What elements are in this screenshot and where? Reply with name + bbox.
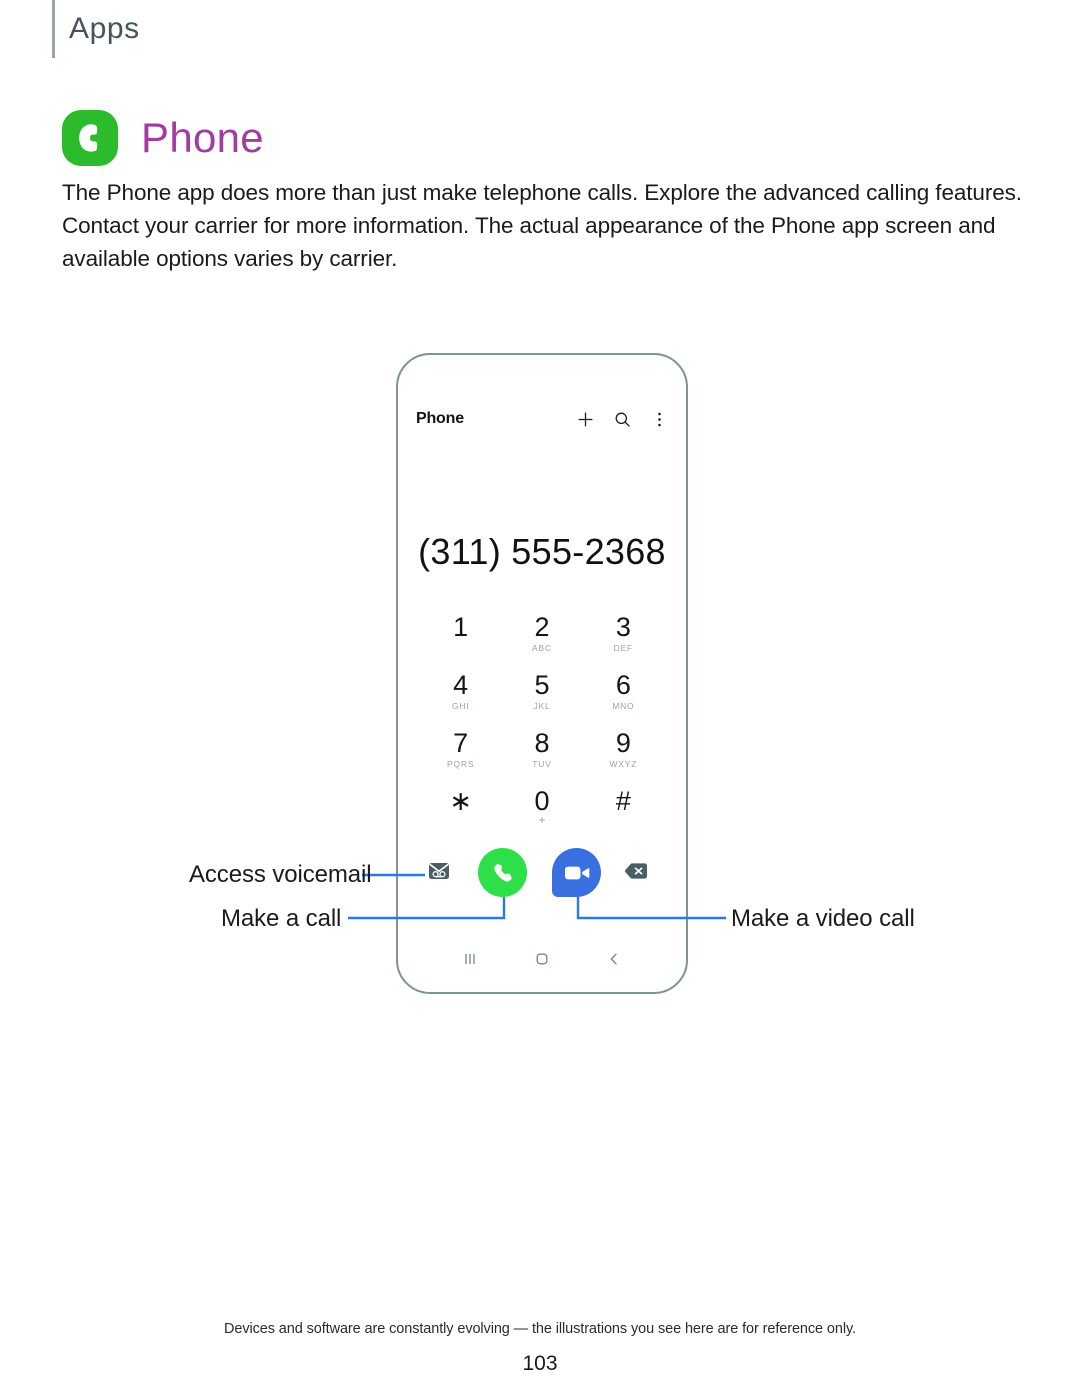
dialpad-key-letters: + bbox=[538, 813, 546, 827]
dialpad: 1 2 ABC 3 DEF 4 GHI 5 JKL 6 MNO 7 PQRS 8… bbox=[420, 611, 664, 843]
video-call-button[interactable] bbox=[552, 848, 601, 897]
dialpad-action-row bbox=[396, 848, 688, 904]
dialpad-key[interactable]: 9 WXYZ bbox=[583, 727, 664, 785]
add-contact-icon[interactable] bbox=[576, 410, 594, 428]
search-icon[interactable] bbox=[613, 410, 631, 428]
phone-app-bar: Phone bbox=[396, 401, 688, 437]
dialpad-key-letters: DEF bbox=[613, 643, 634, 653]
running-head-rule bbox=[52, 0, 55, 58]
dialpad-key-digit: 4 bbox=[453, 670, 469, 700]
dialpad-key-digit: # bbox=[615, 786, 631, 816]
callout-label-access-voicemail: Access voicemail bbox=[189, 861, 372, 888]
call-button[interactable] bbox=[478, 848, 527, 897]
app-bar-actions bbox=[576, 410, 668, 428]
dialed-number-display[interactable]: (311) 555-2368 bbox=[396, 531, 688, 573]
dialpad-key-letters: JKL bbox=[533, 701, 551, 711]
dialpad-key[interactable]: 0 + bbox=[501, 785, 582, 843]
dialpad-key-letters: WXYZ bbox=[609, 759, 638, 769]
dialpad-key-digit: 5 bbox=[534, 670, 550, 700]
dialpad-key-letters: TUV bbox=[532, 759, 552, 769]
dialpad-key-digit: 8 bbox=[534, 728, 550, 758]
phone-screen: Phone (311) 555-2368 1 2 ABC 3 DEF 4 GHI… bbox=[396, 353, 688, 994]
dialpad-key-letters: PQRS bbox=[447, 759, 475, 769]
footer-note: Devices and software are constantly evol… bbox=[224, 1321, 856, 1337]
phone-illustration: Phone (311) 555-2368 1 2 ABC 3 DEF 4 GHI… bbox=[396, 353, 688, 994]
page-number: 103 bbox=[522, 1352, 558, 1375]
duo-teardrop[interactable] bbox=[552, 848, 601, 897]
callout-label-make-a-call: Make a call bbox=[221, 905, 342, 932]
dialpad-key-digit: 0 bbox=[534, 786, 550, 816]
page-title: Phone bbox=[141, 114, 264, 161]
dialpad-key[interactable]: 6 MNO bbox=[583, 669, 664, 727]
dialpad-key[interactable]: ∗ bbox=[420, 785, 501, 843]
dialpad-key-digit: 2 bbox=[534, 612, 550, 642]
dialpad-key[interactable]: 8 TUV bbox=[501, 727, 582, 785]
dialpad-key-digit: 3 bbox=[615, 612, 631, 642]
callout-label-make-a-video-call: Make a video call bbox=[731, 905, 915, 932]
dialpad-key-digit: 9 bbox=[615, 728, 631, 758]
dialpad-key[interactable]: 3 DEF bbox=[583, 611, 664, 669]
home-icon[interactable] bbox=[531, 948, 553, 970]
intro-paragraph: The Phone app does more than just make t… bbox=[62, 180, 1022, 271]
back-icon[interactable] bbox=[603, 948, 625, 970]
dialpad-key-digit: ∗ bbox=[449, 786, 472, 816]
dialpad-key-digit: 1 bbox=[453, 612, 469, 642]
voicemail-icon[interactable] bbox=[428, 862, 450, 880]
dialpad-key-letters: ABC bbox=[532, 643, 552, 653]
recents-icon[interactable] bbox=[459, 948, 481, 970]
dialpad-key-digit: 6 bbox=[615, 670, 631, 700]
dialpad-key[interactable]: # bbox=[583, 785, 664, 843]
video-camera-icon bbox=[564, 866, 589, 879]
dialpad-key[interactable]: 4 GHI bbox=[420, 669, 501, 727]
phone-navigation-bar bbox=[396, 946, 688, 972]
dialpad-key[interactable]: 7 PQRS bbox=[420, 727, 501, 785]
backspace-icon[interactable] bbox=[624, 862, 648, 880]
dialpad-key-letters: GHI bbox=[451, 701, 470, 711]
handset-icon bbox=[493, 863, 512, 882]
more-options-icon[interactable] bbox=[650, 410, 668, 428]
dialpad-key[interactable]: 1 bbox=[420, 611, 501, 669]
call-button-circle[interactable] bbox=[478, 848, 527, 897]
running-head-label: Apps bbox=[69, 12, 140, 45]
phone-app-icon bbox=[62, 110, 118, 166]
app-heading: Phone bbox=[62, 110, 264, 166]
dialpad-key[interactable]: 5 JKL bbox=[501, 669, 582, 727]
dialpad-key[interactable]: 2 ABC bbox=[501, 611, 582, 669]
app-bar-title: Phone bbox=[416, 410, 464, 427]
dialpad-key-letters: MNO bbox=[612, 701, 635, 711]
running-head: Apps bbox=[52, 0, 140, 58]
dialpad-key-digit: 7 bbox=[453, 728, 469, 758]
